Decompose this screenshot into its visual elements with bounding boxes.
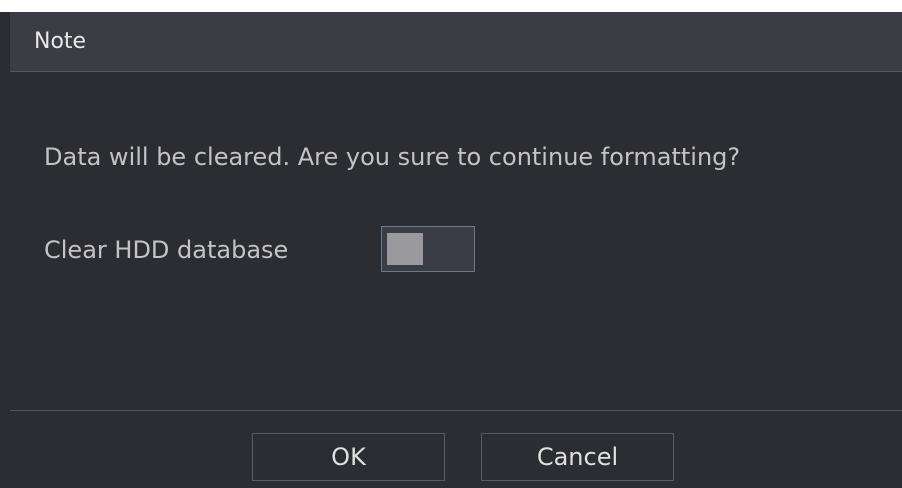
dialog-title: Note <box>34 29 87 54</box>
note-dialog: Note Data will be cleared. Are you sure … <box>10 12 902 488</box>
footer-divider <box>10 410 902 411</box>
toggle-knob <box>387 233 423 265</box>
ok-button[interactable]: OK <box>252 433 445 481</box>
dialog-title-bar: Note <box>10 12 902 72</box>
clear-hdd-database-toggle[interactable] <box>381 226 475 272</box>
clear-hdd-database-label: Clear HDD database <box>44 236 289 264</box>
dialog-message: Data will be cleared. Are you sure to co… <box>44 143 741 171</box>
background-strip <box>0 0 902 12</box>
cancel-button[interactable]: Cancel <box>481 433 674 481</box>
